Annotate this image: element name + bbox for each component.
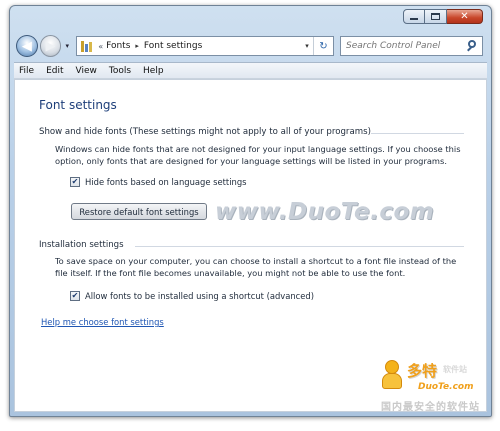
shortcut-option[interactable]: ✔ Allow fonts to be installed using a sh… <box>70 291 314 301</box>
minimize-icon <box>410 18 418 20</box>
checkmark-icon: ✔ <box>71 291 79 300</box>
navigation-bar: ◀ ▶ ▾ « Fonts ▸ Font settings ▾ ↻ <box>16 33 483 59</box>
site-logo-badge: 多特 软件站 DuoTe.com 国内最安全的软件站 <box>373 356 491 413</box>
content-pane: Font settings Show and hide fonts (These… <box>14 79 487 413</box>
menu-file[interactable]: File <box>19 66 34 76</box>
address-dropdown-icon[interactable]: ▾ <box>301 42 313 50</box>
logo-domain: DuoTe.com <box>418 382 474 392</box>
section-divider <box>371 133 464 134</box>
recent-pages-dropdown[interactable]: ▾ <box>62 42 72 50</box>
section-divider <box>135 246 464 247</box>
shortcut-label[interactable]: Allow fonts to be installed using a shor… <box>85 291 314 301</box>
search-input[interactable] <box>346 41 465 51</box>
maximize-button[interactable] <box>425 9 447 24</box>
breadcrumb-font-settings[interactable]: Font settings <box>144 41 202 51</box>
breadcrumb-fonts[interactable]: Fonts <box>106 41 130 51</box>
menu-tools[interactable]: Tools <box>109 66 131 76</box>
back-arrow-icon: ◀ <box>21 38 32 54</box>
chevron-down-icon: ▾ <box>65 42 70 50</box>
breadcrumb-arrow-icon[interactable]: ▸ <box>135 42 139 50</box>
logo-cn-title: 多特 <box>407 362 438 380</box>
logo-cn-subtitle: 软件站 <box>443 365 467 374</box>
hide-fonts-checkbox[interactable]: ✔ <box>70 177 80 187</box>
close-icon: ✕ <box>460 10 469 22</box>
menu-help[interactable]: Help <box>143 66 164 76</box>
restore-default-button[interactable]: Restore default font settings <box>71 203 207 220</box>
page-title: Font settings <box>39 98 117 112</box>
search-box[interactable] <box>340 36 483 56</box>
maximize-icon <box>431 13 440 20</box>
show-hide-description: Windows can hide fonts that are not desi… <box>55 144 461 166</box>
watermark-text: www.DuoTe.com <box>215 199 435 225</box>
address-overflow-icon[interactable]: « <box>98 42 103 51</box>
checkmark-icon: ✔ <box>71 177 79 186</box>
refresh-button[interactable]: ↻ <box>313 37 333 55</box>
menu-edit[interactable]: Edit <box>46 66 63 76</box>
hide-fonts-option[interactable]: ✔ Hide fonts based on language settings <box>70 177 247 187</box>
explorer-window: ✕ ◀ ▶ ▾ « Fonts ▸ Font settings ▾ ↻ File <box>9 5 492 417</box>
forward-button[interactable]: ▶ <box>39 35 62 57</box>
search-icon[interactable] <box>465 39 479 53</box>
back-button[interactable]: ◀ <box>16 35 38 57</box>
menu-view[interactable]: View <box>76 66 97 76</box>
close-button[interactable]: ✕ <box>447 9 483 24</box>
caption-buttons: ✕ <box>403 9 483 24</box>
fonts-folder-icon <box>80 40 93 52</box>
installation-heading: Installation settings <box>39 240 124 250</box>
installation-description: To save space on your computer, you can … <box>55 256 457 278</box>
menu-bar: File Edit View Tools Help <box>14 62 487 79</box>
logo-tagline: 国内最安全的软件站 <box>381 402 480 413</box>
help-choose-fonts-link[interactable]: Help me choose font settings <box>41 317 164 327</box>
address-bar[interactable]: « Fonts ▸ Font settings ▾ ↻ <box>76 36 334 56</box>
forward-arrow-icon: ▶ <box>45 38 56 54</box>
shortcut-checkbox[interactable]: ✔ <box>70 291 80 301</box>
hide-fonts-label[interactable]: Hide fonts based on language settings <box>85 177 247 187</box>
refresh-icon: ↻ <box>319 40 328 52</box>
title-bar[interactable]: ✕ <box>10 6 491 34</box>
show-hide-heading: Show and hide fonts (These settings migh… <box>39 127 371 137</box>
mascot-icon <box>379 360 405 390</box>
minimize-button[interactable] <box>403 9 425 24</box>
